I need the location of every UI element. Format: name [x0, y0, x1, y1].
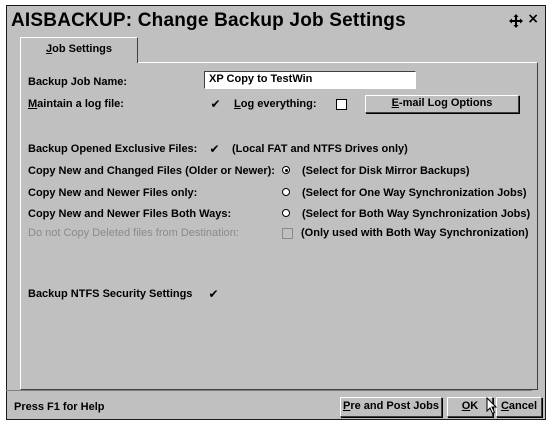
deleted-files-label: Do not Copy Deleted files from Destinati… — [28, 227, 239, 239]
option-radio-newer[interactable] — [282, 188, 290, 196]
log-everything-label: Log everything: — [234, 98, 317, 110]
option-label: Copy New and Newer Files Both Ways: — [28, 208, 232, 220]
option-label: Copy New and Changed Files (Older or New… — [28, 165, 275, 177]
opened-files-checkbox[interactable]: ✔ — [209, 143, 220, 155]
cancel-button[interactable]: Cancel — [496, 397, 542, 417]
pre-post-jobs-button[interactable]: Pre and Post Jobs — [340, 397, 442, 417]
option-note: (Select for Disk Mirror Backups) — [302, 165, 470, 177]
maintain-log-checkbox[interactable]: ✔ — [210, 98, 221, 110]
job-name-label: Backup Job Name: — [28, 76, 128, 88]
option-radio-both-ways[interactable] — [282, 209, 290, 217]
option-radio-changed[interactable] — [282, 166, 290, 174]
move-arrows-icon[interactable] — [508, 13, 524, 29]
status-separator — [6, 390, 532, 391]
mouse-pointer-icon — [486, 397, 498, 415]
option-label: Copy New and Newer Files only: — [28, 187, 198, 199]
deleted-files-note: (Only used with Both Way Synchronization… — [301, 227, 529, 239]
deleted-files-checkbox[interactable] — [282, 228, 293, 239]
log-everything-checkbox[interactable] — [336, 99, 347, 110]
maintain-log-label: Maintain a log file: — [28, 98, 124, 110]
tab-job-settings[interactable]: Job Settings — [20, 37, 138, 63]
window-title: AISBACKUP: Change Backup Job Settings — [11, 10, 406, 31]
option-note: (Select for One Way Synchronization Jobs… — [302, 187, 527, 199]
ntfs-security-label: Backup NTFS Security Settings — [28, 288, 193, 300]
title-bar[interactable]: AISBACKUP: Change Backup Job Settings × — [7, 6, 545, 36]
option-note: (Select for Both Way Synchronization Job… — [302, 208, 531, 220]
job-name-input[interactable]: XP Copy to TestWin — [204, 71, 416, 89]
ntfs-security-checkbox[interactable]: ✔ — [208, 288, 219, 300]
close-icon[interactable]: × — [527, 11, 539, 27]
opened-files-label: Backup Opened Exclusive Files: — [28, 143, 198, 155]
opened-files-note: (Local FAT and NTFS Drives only) — [232, 143, 408, 155]
email-log-options-button[interactable]: E-mail Log Options — [365, 95, 519, 113]
help-hint: Press F1 for Help — [14, 401, 105, 413]
tab-label: ob Settings — [52, 43, 112, 55]
